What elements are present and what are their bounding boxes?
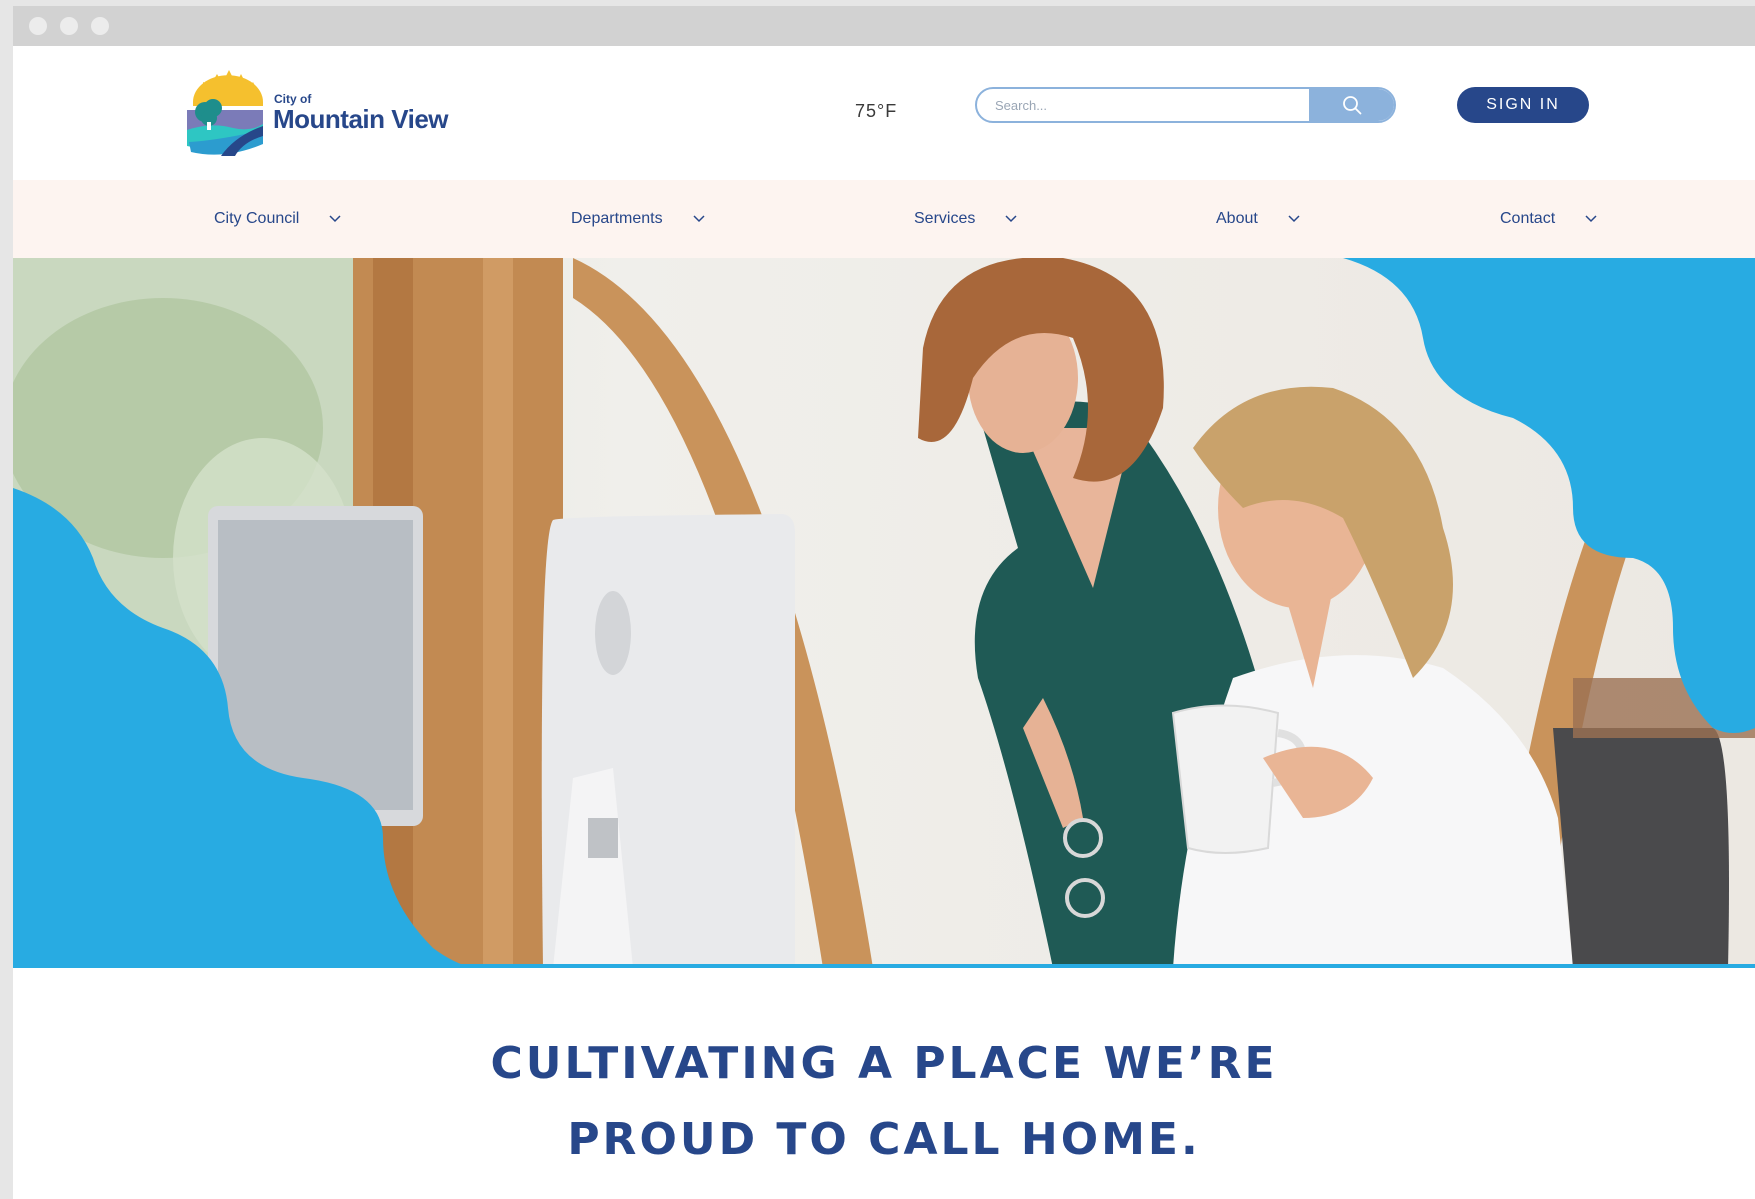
- nav-item-label: Contact: [1500, 210, 1556, 227]
- chevron-down-icon: [1005, 215, 1017, 223]
- window-titlebar: [13, 6, 1755, 46]
- nav-item-label: City Council: [214, 210, 300, 227]
- search-bar: [975, 87, 1396, 123]
- chevron-down-icon: [1288, 215, 1300, 223]
- tagline-line-2: PROUD TO CALL HOME.: [567, 1114, 1201, 1165]
- search-input[interactable]: [977, 89, 1299, 121]
- window-minimize-button[interactable]: [60, 17, 78, 35]
- nav-item-services[interactable]: Services: [914, 180, 1017, 258]
- nav-item-label: Services: [914, 210, 976, 227]
- nav-item-city-council[interactable]: City Council: [214, 180, 341, 258]
- main-nav: City Council Departments Services About …: [13, 180, 1755, 258]
- nav-item-label: Departments: [571, 210, 663, 227]
- chevron-down-icon: [693, 215, 705, 223]
- site-header: City of Mountain View 75°F SIGN IN: [13, 46, 1755, 180]
- window-close-button[interactable]: [29, 17, 47, 35]
- sign-in-button[interactable]: SIGN IN: [1457, 87, 1589, 123]
- nav-item-departments[interactable]: Departments: [571, 180, 705, 258]
- nav-item-about[interactable]: About: [1216, 180, 1300, 258]
- search-button[interactable]: [1309, 89, 1394, 121]
- chevron-down-icon: [329, 215, 341, 223]
- tagline-line-1: CULTIVATING A PLACE WE’RE: [490, 1038, 1278, 1089]
- weather-readout: 75°F: [855, 101, 898, 121]
- window-maximize-button[interactable]: [91, 17, 109, 35]
- hero-tagline: CULTIVATING A PLACE WE’RE PROUD TO CALL …: [13, 1026, 1755, 1178]
- nav-item-contact[interactable]: Contact: [1500, 180, 1597, 258]
- nav-item-label: About: [1216, 210, 1258, 227]
- city-logo[interactable]: City of Mountain View: [181, 70, 461, 156]
- chevron-down-icon: [1585, 215, 1597, 223]
- logo-city-name: Mountain View: [273, 104, 449, 134]
- browser-window: City of Mountain View 75°F SIGN IN City …: [13, 6, 1755, 1199]
- hero-photo: [13, 258, 1755, 968]
- search-icon: [1342, 96, 1361, 115]
- hero-banner: [13, 258, 1755, 968]
- city-logo-mark-icon: [187, 70, 263, 156]
